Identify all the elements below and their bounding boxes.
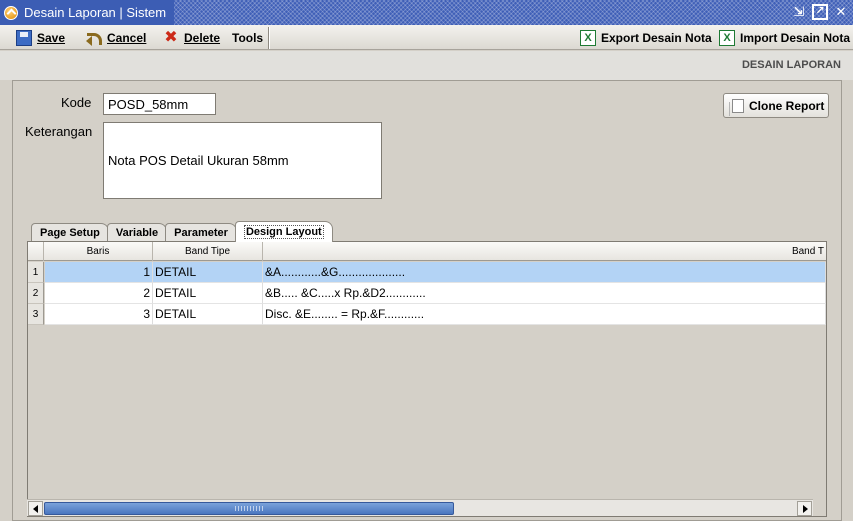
scroll-right-arrow-icon[interactable] (797, 501, 812, 516)
table-row[interactable]: 2 2 DETAIL &B..... &C.....x Rp.&D2......… (28, 283, 826, 304)
design-layout-grid: Baris Band Tipe Band T 1 1 DETAIL &A....… (27, 241, 827, 517)
column-header-band-tipe[interactable]: Band Tipe (153, 242, 263, 261)
clone-report-button[interactable]: Clone Report (723, 93, 829, 118)
cell-band-text[interactable]: &A............&G.................... (263, 262, 826, 283)
row-number-header (28, 242, 44, 261)
keterangan-textarea[interactable]: Nota POS Detail Ukuran 58mm (103, 122, 382, 199)
delete-label: Delete (184, 31, 221, 45)
form-panel: Kode POSD_58mm Keterangan Nota POS Detai… (12, 80, 842, 521)
tab-label: Variable (115, 227, 159, 239)
cell-band-tipe[interactable]: DETAIL (153, 262, 263, 283)
tab-design-layout[interactable]: Design Layout (234, 221, 333, 242)
cell-baris[interactable]: 1 (45, 262, 153, 283)
floppy-disk-icon (16, 30, 32, 46)
save-label: Save (37, 31, 66, 45)
row-number: 3 (28, 304, 44, 325)
export-design-button[interactable]: X Export Desain Nota (580, 28, 712, 48)
import-design-button[interactable]: X Import Desain Nota (719, 28, 850, 48)
cell-band-tipe[interactable]: DETAIL (153, 304, 263, 325)
column-header-band-text[interactable]: Band T (263, 242, 826, 261)
scroll-grip (235, 506, 265, 511)
cancel-label: Cancel (107, 31, 147, 45)
cell-band-text[interactable]: &B..... &C.....x Rp.&D2............ (263, 283, 826, 304)
content-header: DESAIN LAPORAN (0, 51, 853, 80)
section-title: DESAIN LAPORAN (741, 59, 841, 71)
window-controls: ⇲ ↗ ✕ (791, 4, 849, 20)
table-row[interactable]: 1 1 DETAIL &A............&G.............… (28, 262, 826, 283)
title-bar: Desain Laporan | Sistem ⇲ ↗ ✕ (0, 0, 853, 25)
grid-header: Baris Band Tipe Band T (28, 242, 826, 261)
maximize-icon[interactable]: ↗ (812, 4, 828, 20)
excel-import-icon: X (719, 30, 735, 46)
toolbar: Save Cancel ✖ Delete Tools X Export Desa… (0, 25, 853, 50)
excel-export-icon: X (580, 30, 596, 46)
scroll-thumb[interactable] (44, 502, 454, 515)
scroll-left-arrow-icon[interactable] (28, 501, 43, 516)
undo-arrow-icon (86, 30, 102, 46)
tab-label: Page Setup (40, 227, 100, 239)
delete-x-icon: ✖ (164, 29, 178, 46)
tools-label: Tools (232, 31, 264, 45)
cancel-button[interactable]: Cancel (86, 28, 146, 48)
cell-band-text[interactable]: Disc. &E........ = Rp.&F............ (263, 304, 826, 325)
cell-baris[interactable]: 3 (45, 304, 153, 325)
clone-report-label: Clone Report (749, 98, 825, 113)
column-header-baris[interactable]: Baris (44, 242, 153, 261)
close-icon[interactable]: ✕ (833, 4, 849, 20)
table-row[interactable]: 3 3 DETAIL Disc. &E........ = Rp.&F.....… (28, 304, 826, 325)
keterangan-label: Keterangan (25, 124, 93, 139)
tab-label: Parameter (174, 227, 228, 239)
minimize-icon[interactable]: ⇲ (791, 4, 807, 20)
row-number: 1 (28, 262, 44, 283)
toolbar-separator (268, 27, 270, 49)
tools-menu-button[interactable]: Tools (232, 28, 263, 48)
window-title: Desain Laporan | Sistem (24, 5, 167, 20)
tab-parameter[interactable]: Parameter (165, 223, 237, 242)
app-logo-icon (4, 5, 18, 20)
save-button[interactable]: Save (16, 28, 65, 48)
delete-button[interactable]: ✖ Delete (163, 28, 220, 48)
tab-label: Design Layout (243, 225, 324, 239)
kode-input[interactable]: POSD_58mm (103, 93, 216, 115)
row-number: 2 (28, 283, 44, 304)
cell-band-tipe[interactable]: DETAIL (153, 283, 263, 304)
title-area: Desain Laporan | Sistem (0, 0, 175, 25)
copy-icon (729, 98, 744, 116)
export-label: Export Desain Nota (601, 31, 712, 45)
kode-label: Kode (61, 95, 92, 110)
horizontal-scrollbar[interactable] (27, 499, 813, 516)
cell-baris[interactable]: 2 (45, 283, 153, 304)
tab-strip: Page Setup Variable Parameter Design Lay… (31, 221, 333, 242)
tab-variable[interactable]: Variable (106, 223, 168, 242)
tab-page-setup[interactable]: Page Setup (31, 223, 109, 242)
import-label: Import Desain Nota (740, 31, 851, 45)
